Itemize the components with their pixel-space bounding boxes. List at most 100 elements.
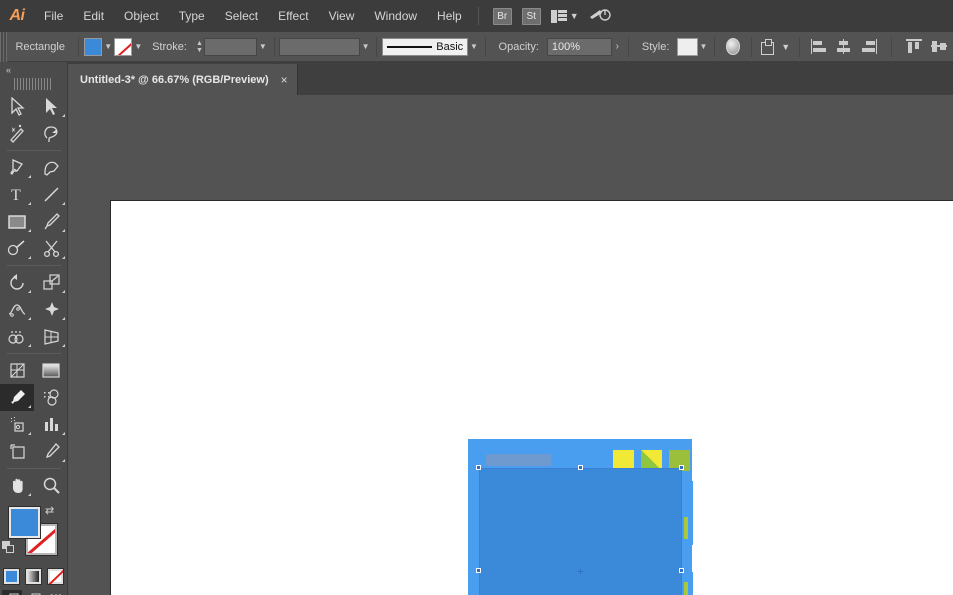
stroke-dropdown-chevron-icon[interactable]: ▼ [132, 38, 144, 56]
gradient-mode-icon[interactable] [25, 568, 42, 585]
selection-anchor-top-center[interactable] [578, 465, 583, 470]
menu-view[interactable]: View [319, 0, 365, 32]
menu-window[interactable]: Window [364, 0, 427, 32]
selection-anchor-mid-left[interactable] [476, 568, 481, 573]
divider [799, 36, 801, 57]
menu-edit[interactable]: Edit [73, 0, 114, 32]
bridge-button[interactable]: Br [492, 7, 512, 25]
mesh-tool[interactable] [0, 357, 34, 384]
divider [273, 36, 275, 57]
align-left-icon[interactable] [811, 39, 827, 54]
paintbrush-tool[interactable] [34, 208, 68, 235]
distribute-vertical-center-icon[interactable] [931, 39, 948, 54]
transform-icon [761, 38, 779, 55]
gradient-tool[interactable] [34, 357, 68, 384]
selection-anchor-top-left[interactable] [476, 465, 481, 470]
line-segment-tool[interactable] [34, 181, 68, 208]
tools-panel-collapse-button[interactable]: « [0, 62, 67, 78]
lasso-tool[interactable] [34, 120, 68, 147]
slice-tool[interactable] [34, 438, 68, 465]
scale-tool[interactable] [34, 269, 68, 296]
style-chevron-icon[interactable]: ▼ [698, 38, 710, 56]
artwork-tab-mark-bottom [684, 582, 688, 595]
fill-color-indicator[interactable] [8, 506, 41, 539]
tools-panel-grip[interactable] [14, 78, 53, 90]
draw-behind-icon[interactable] [24, 590, 44, 595]
illustrator-window: Ai File Edit Object Type Select Effect V… [0, 0, 953, 595]
perspective-grid-tool[interactable] [34, 323, 68, 350]
brush-definition-dropdown[interactable]: Basic [382, 37, 469, 56]
stroke-weight-chevron-icon[interactable]: ▼ [257, 38, 269, 56]
symbol-sprayer-tool[interactable] [0, 411, 34, 438]
color-mode-icon[interactable] [3, 568, 20, 585]
menu-help[interactable]: Help [427, 0, 472, 32]
shape-builder-tool[interactable] [0, 323, 34, 350]
blend-tool[interactable] [34, 384, 68, 411]
divider [77, 36, 79, 57]
zoom-tool[interactable] [34, 472, 68, 499]
tool-flyout-indicator [28, 229, 31, 232]
arrange-documents-icon[interactable]: ▼ [550, 9, 579, 23]
opacity-input[interactable]: 100% [546, 37, 612, 56]
tool-flyout-indicator [28, 405, 31, 408]
menu-select[interactable]: Select [215, 0, 268, 32]
menu-type[interactable]: Type [169, 0, 215, 32]
draw-normal-icon[interactable] [1, 590, 22, 595]
eyedropper-tool[interactable] [0, 384, 34, 411]
menu-object[interactable]: Object [114, 0, 169, 32]
free-transform-tool[interactable] [34, 296, 68, 323]
column-graph-tool[interactable] [34, 411, 68, 438]
align-horizontal-center-icon[interactable] [836, 39, 852, 54]
tool-flyout-indicator [62, 317, 65, 320]
close-icon[interactable]: × [281, 74, 288, 86]
distribute-top-icon[interactable] [906, 39, 923, 54]
document-tab[interactable]: Untitled-3* @ 66.67% (RGB/Preview) × [68, 64, 298, 95]
control-bar-grip[interactable] [0, 31, 8, 62]
artwork-browser-window-illustration[interactable] [468, 439, 700, 595]
menu-file[interactable]: File [34, 0, 73, 32]
graphic-style-swatch[interactable] [677, 37, 698, 56]
brush-stroke-preview-icon [387, 45, 433, 48]
tool-divider [7, 468, 61, 469]
stroke-profile-chevron-icon[interactable]: ▼ [360, 38, 372, 56]
transform-dropdown[interactable]: ▼ [761, 38, 790, 55]
selection-anchor-mid-right[interactable] [679, 568, 684, 573]
menu-divider [477, 7, 479, 25]
align-right-icon[interactable] [861, 39, 878, 54]
artboard-tool[interactable] [0, 438, 34, 465]
artboard[interactable] [110, 200, 953, 595]
stroke-profile-dropdown[interactable] [279, 37, 360, 56]
curvature-tool[interactable] [34, 154, 68, 181]
stroke-color-swatch[interactable] [113, 37, 133, 56]
canvas-area[interactable] [68, 95, 953, 595]
brush-definition-chevron-icon[interactable]: ▼ [468, 38, 480, 56]
selection-tool[interactable] [0, 93, 34, 120]
selection-bounding-box [479, 468, 682, 595]
drawing-mode-buttons [0, 590, 67, 595]
rectangle-tool[interactable] [0, 208, 34, 235]
hand-tool[interactable] [0, 472, 34, 499]
swap-fill-stroke-icon[interactable]: ⇄ [45, 504, 54, 517]
default-fill-stroke-icon[interactable] [2, 541, 15, 554]
shaper-tool[interactable] [0, 235, 34, 262]
opacity-options-arrow-icon[interactable]: › [612, 38, 624, 56]
selection-anchor-top-right[interactable] [679, 465, 684, 470]
fill-dropdown-chevron-icon[interactable]: ▼ [102, 38, 114, 56]
scissors-tool[interactable] [34, 235, 68, 262]
draw-inside-icon[interactable] [46, 590, 66, 595]
stroke-weight-stepper[interactable]: ▲ ▼ [195, 38, 204, 56]
magic-wand-tool[interactable] [0, 120, 34, 147]
graphic-styles-sphere-icon[interactable] [726, 38, 741, 55]
menu-effect[interactable]: Effect [268, 0, 318, 32]
direct-selection-tool[interactable] [34, 93, 68, 120]
stroke-weight-input[interactable] [204, 37, 258, 56]
pen-tool[interactable] [0, 154, 34, 181]
chevron-down-icon: ▼ [569, 11, 579, 21]
stock-button[interactable]: St [521, 7, 541, 25]
none-mode-icon[interactable] [47, 568, 64, 585]
fill-color-swatch[interactable] [83, 37, 103, 56]
rotate-tool[interactable] [0, 269, 34, 296]
width-tool[interactable] [0, 296, 34, 323]
workspace-switcher-icon[interactable] [589, 7, 611, 26]
type-tool[interactable]: T [0, 181, 34, 208]
